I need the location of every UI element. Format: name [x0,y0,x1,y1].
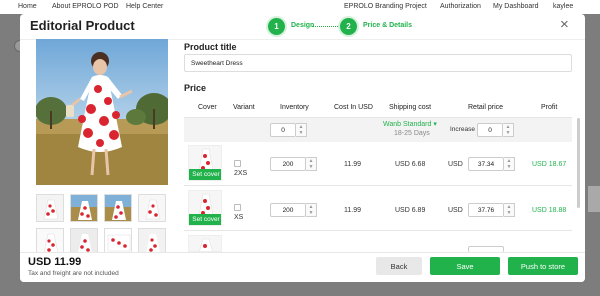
increase-input[interactable]: 0 [477,123,503,137]
profit-value: USD 18.88 [532,207,567,214]
row-divider [184,230,572,231]
header-profit: Profit [541,104,558,111]
product-title-label: Product title [184,42,237,52]
step-1-label[interactable]: Design [291,22,314,29]
background-nav: Home About EPROLO POD Help Center EPROLO… [0,0,600,14]
shipping-cost: USD 6.89 [395,207,426,214]
bg-nav-home: Home [18,3,37,10]
close-icon[interactable]: × [560,17,569,32]
thumbnail-2[interactable] [70,194,98,222]
chevron-down-icon[interactable]: ▼ [506,130,511,136]
variant-image-partial[interactable] [188,235,222,252]
main-product-image [36,39,168,185]
caret-down-icon[interactable]: ▾ [433,121,437,128]
shipping-method-select[interactable]: Wanb Standard ▾ [383,120,437,128]
thumbnail-4[interactable] [138,194,166,222]
price-label: Price [184,83,207,93]
variant-checkbox[interactable] [234,160,241,167]
increase-label: Increase [450,126,475,133]
bg-nav-about: About EPROLO POD [52,3,119,10]
header-retail: Retail price [468,104,504,111]
total-price: USD 11.99 [28,256,82,268]
inventory-input[interactable]: 200 [270,203,306,217]
shipping-cost: USD 6.68 [395,161,426,168]
step-2-label[interactable]: Price & Details [363,22,412,29]
chevron-down-icon[interactable]: ▼ [507,210,512,216]
step-1-circle[interactable]: 1 [268,18,285,35]
inventory-input[interactable]: 200 [270,157,306,171]
modal-title: Editorial Product [30,18,135,33]
bg-nav-branding: EPROLO Branding Project [344,3,427,10]
retail-price-stepper[interactable]: ▲ ▼ [504,203,515,217]
retail-currency: USD [448,207,463,214]
chevron-down-icon[interactable]: ▼ [309,164,314,170]
inventory-stepper[interactable]: ▲ ▼ [306,157,317,171]
header-inventory: Inventory [280,104,309,111]
save-button[interactable]: Save [430,257,500,275]
variant-name: 2XS [234,170,248,177]
retail-price-stepper[interactable]: ▲ ▼ [504,157,515,171]
back-button[interactable]: Back [376,257,422,275]
step-2-circle[interactable]: 2 [340,18,357,35]
chevron-down-icon[interactable]: ▼ [309,210,314,216]
variant-checkbox[interactable] [234,204,241,211]
inventory-stepper[interactable]: ▲ ▼ [306,203,317,217]
header-cover: Cover [198,104,217,111]
retail-price-input[interactable]: 37.34 [468,157,504,171]
increase-stepper[interactable]: ▲ ▼ [503,123,514,137]
chevron-down-icon[interactable]: ▼ [299,130,304,136]
variant-name: XS [234,214,244,221]
chevron-down-icon[interactable]: ▼ [507,164,512,170]
batch-inventory-input[interactable]: 0 [270,123,296,137]
header-shipping: Shipping cost [389,104,432,111]
bg-nav-authorization: Authorization [440,3,481,10]
profit-value: USD 18.67 [532,161,567,168]
row-divider [184,185,572,186]
modal-footer: USD 11.99 Tax and freight are not includ… [20,252,585,282]
push-to-store-button[interactable]: Push to store [508,257,578,275]
shipping-days: 18-25 Days [394,130,430,137]
set-cover-button[interactable]: Set cover [189,214,221,225]
header-cost: Cost In USD [334,104,373,111]
bg-nav-dashboard: My Dashboard [493,3,539,10]
batch-inventory-stepper[interactable]: ▲ ▼ [296,123,307,137]
editorial-product-modal: Editorial Product 1 Design 2 Price & Det… [20,14,585,282]
cost-value: 11.99 [344,161,361,168]
table-scrollbar[interactable] [577,118,580,208]
modal-header: Editorial Product 1 Design 2 Price & Det… [20,14,585,40]
variant-image-2xs[interactable]: Set cover [188,145,222,181]
thumbnail-1[interactable] [36,194,64,222]
bg-nav-help: Help Center [126,3,164,10]
bg-nav-user: kaylee [553,3,574,10]
retail-price-input[interactable]: 37.76 [468,203,504,217]
shipping-method-value[interactable]: Wanb Standard [383,121,431,128]
cost-value: 11.99 [344,207,361,214]
variant-image-xs[interactable]: Set cover [188,190,222,226]
tax-note: Tax and freight are not included [28,270,119,277]
background-side-tab [588,186,600,212]
set-cover-button[interactable]: Set cover [189,169,221,180]
price-table-header: Cover Variant Inventory Cost In USD Ship… [184,104,572,118]
background-bottom [0,282,600,296]
thumbnail-3[interactable] [104,194,132,222]
header-variant: Variant [233,104,255,111]
product-title-input[interactable]: Sweetheart Dress [184,54,572,72]
retail-currency: USD [448,161,463,168]
